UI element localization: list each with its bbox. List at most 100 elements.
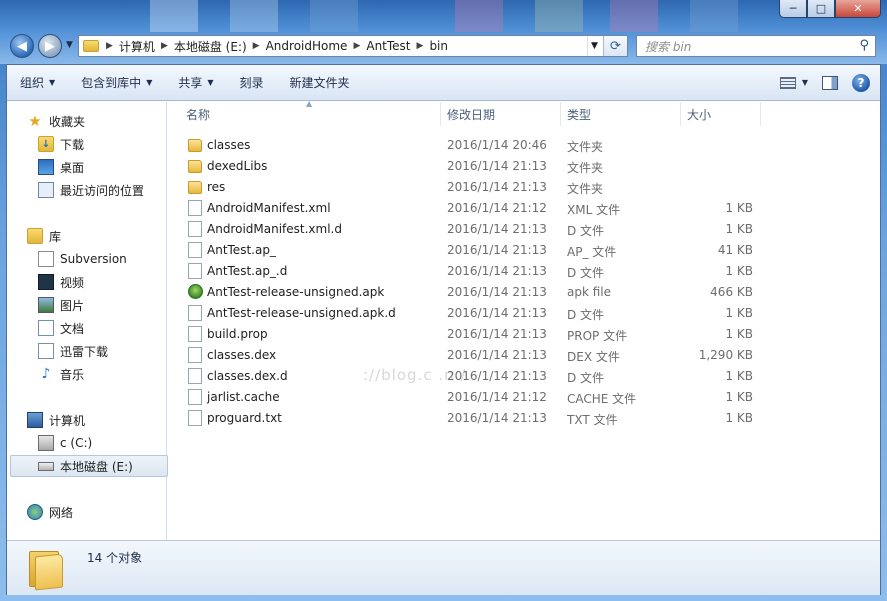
desktop-icon xyxy=(38,159,54,175)
breadcrumb-bin[interactable]: bin xyxy=(426,39,451,53)
history-dropdown-icon[interactable]: ▼ xyxy=(66,40,73,50)
chevron-right-icon[interactable]: ▶ xyxy=(158,41,171,51)
file-icon xyxy=(188,242,202,258)
apk-file-icon xyxy=(188,284,203,299)
file-row[interactable]: AntTest.ap_.d 2016/1/14 21:13 D 文件 1 KB xyxy=(168,261,768,282)
breadcrumb-anttest[interactable]: AntTest xyxy=(363,39,413,53)
view-controls: ▼ ? xyxy=(779,65,880,100)
taskbar-thumbnail-deco xyxy=(310,0,358,32)
view-details-icon[interactable] xyxy=(779,76,796,89)
file-name: AndroidManifest.xml xyxy=(207,201,331,215)
file-row[interactable]: AntTest-release-unsigned.apk 2016/1/14 21… xyxy=(168,282,768,303)
file-row[interactable]: classes.dex.d 2016/1/14 21:13 D 文件 1 KB xyxy=(168,366,768,387)
new-folder-button[interactable]: 新建文件夹 xyxy=(277,65,363,100)
breadcrumb-computer[interactable]: 计算机 xyxy=(116,38,158,55)
column-label: 大小 xyxy=(687,107,712,122)
file-row[interactable]: AntTest-release-unsigned.apk.d 2016/1/14 … xyxy=(168,303,768,324)
file-row[interactable]: classes.dex 2016/1/14 21:13 DEX 文件 1,290 KB xyxy=(168,345,768,366)
organize-button[interactable]: 组织 ▼ xyxy=(7,65,68,100)
file-name: classes.dex xyxy=(207,348,277,362)
sidebar-item-network[interactable]: 网络 xyxy=(27,501,185,523)
file-type: 文件夹 xyxy=(567,161,604,175)
file-row[interactable]: jarlist.cache 2016/1/14 21:12 CACHE 文件 1 KB xyxy=(168,387,768,408)
network-icon xyxy=(27,504,43,520)
share-button[interactable]: 共享 ▼ xyxy=(165,65,226,100)
file-type: D 文件 xyxy=(567,371,605,385)
forward-button[interactable]: ▶ xyxy=(38,34,62,58)
burn-button[interactable]: 刻录 xyxy=(227,65,277,100)
refresh-button[interactable]: ⟳ xyxy=(603,36,627,56)
file-size: 1 KB xyxy=(725,201,753,215)
breadcrumb-drive-e[interactable]: 本地磁盘 (E:) xyxy=(171,38,250,55)
sidebar-item-libraries[interactable]: 库 xyxy=(27,225,185,247)
file-row[interactable]: build.prop 2016/1/14 21:13 PROP 文件 1 KB xyxy=(168,324,768,345)
breadcrumb-androidhome[interactable]: AndroidHome xyxy=(263,39,351,53)
watermark-text: ://blog.c .n / xyxy=(363,366,467,384)
file-row[interactable]: AndroidManifest.xml 2016/1/14 21:12 XML 文件… xyxy=(168,198,768,219)
include-in-library-button[interactable]: 包含到库中 ▼ xyxy=(68,65,165,100)
sidebar-item-favorites[interactable]: ★ 收藏夹 xyxy=(27,110,185,132)
taskbar-thumbnail-deco xyxy=(535,0,583,32)
file-name: dexedLibs xyxy=(207,159,268,173)
star-icon: ★ xyxy=(28,112,42,130)
file-row[interactable]: res 2016/1/14 21:13 文件夹 xyxy=(168,177,768,198)
file-row[interactable]: proguard.txt 2016/1/14 21:13 TXT 文件 1 KB xyxy=(168,408,768,429)
taskbar-thumbnail-deco xyxy=(150,0,198,32)
file-date: 2016/1/14 21:13 xyxy=(447,222,547,236)
column-header-type[interactable]: 类型 xyxy=(561,102,681,126)
arrow-left-icon: ◀ xyxy=(17,38,27,54)
file-name: build.prop xyxy=(207,327,268,341)
preview-pane-icon[interactable] xyxy=(822,75,838,90)
file-size: 466 KB xyxy=(710,285,753,299)
search-icon[interactable]: ⚲ xyxy=(859,38,869,53)
help-icon[interactable]: ? xyxy=(852,73,870,92)
file-date: 2016/1/14 21:13 xyxy=(447,411,547,425)
file-list: 名称 ▲ 修改日期 类型 大小 classes 2016/1/14 20:46 文件… xyxy=(168,99,880,540)
downloads-folder-icon: ↓ xyxy=(38,136,54,152)
file-size: 1 KB xyxy=(725,327,753,341)
column-label: 类型 xyxy=(567,107,592,122)
file-type: DEX 文件 xyxy=(567,350,620,364)
file-date: 2016/1/14 21:13 xyxy=(447,348,547,362)
caret-down-icon: ▼ xyxy=(49,78,56,87)
chevron-down-icon[interactable]: ▼ xyxy=(587,36,601,56)
file-icon xyxy=(188,305,202,321)
file-row[interactable]: dexedLibs 2016/1/14 21:13 文件夹 xyxy=(168,156,768,177)
include-in-library-label: 包含到库中 xyxy=(81,76,142,90)
taskbar-thumbnail-deco xyxy=(690,0,738,32)
column-header-modified[interactable]: 修改日期 xyxy=(441,102,561,126)
caret-down-icon[interactable]: ▼ xyxy=(802,78,808,87)
computer-icon xyxy=(27,412,43,428)
sidebar-label: Subversion xyxy=(60,252,127,266)
column-label: 修改日期 xyxy=(447,107,496,122)
maximize-button[interactable]: □ xyxy=(807,0,835,18)
sidebar-label: 图片 xyxy=(60,298,85,313)
file-type: D 文件 xyxy=(567,308,605,322)
organize-label: 组织 xyxy=(20,76,45,90)
taskbar-thumbnail-deco xyxy=(610,0,658,32)
search-input[interactable]: 搜索 bin ⚲ xyxy=(636,35,876,57)
file-row[interactable]: AndroidManifest.xml.d 2016/1/14 21:13 D 文件… xyxy=(168,219,768,240)
address-bar[interactable]: ▶ 计算机 ▶ 本地磁盘 (E:) ▶ AndroidHome ▶ AntTes… xyxy=(78,35,628,57)
sidebar-label: 音乐 xyxy=(60,367,85,382)
details-pane: 14 个对象 xyxy=(7,540,880,595)
sidebar-item-drive-e[interactable]: 本地磁盘 (E:) xyxy=(10,455,168,477)
chevron-right-icon[interactable]: ▶ xyxy=(350,41,363,51)
sidebar-label: 迅雷下载 xyxy=(60,344,109,359)
file-row[interactable]: classes 2016/1/14 20:46 文件夹 xyxy=(168,135,768,156)
sidebar-item-computer[interactable]: 计算机 xyxy=(27,409,185,431)
column-header-name[interactable]: 名称 ▲ xyxy=(168,99,441,126)
chevron-right-icon[interactable]: ▶ xyxy=(250,41,263,51)
column-header-size[interactable]: 大小 xyxy=(681,102,761,126)
file-icon xyxy=(188,263,202,279)
close-button[interactable]: ✕ xyxy=(835,0,881,18)
file-type: AP_ 文件 xyxy=(567,245,617,259)
file-row[interactable]: AntTest.ap_ 2016/1/14 21:13 AP_ 文件 41 KB xyxy=(168,240,768,261)
file-name: AntTest-release-unsigned.apk xyxy=(207,285,385,299)
minimize-button[interactable]: ─ xyxy=(779,0,807,18)
item-count: 14 个对象 xyxy=(87,551,143,565)
back-button[interactable]: ◀ xyxy=(10,34,34,58)
chevron-right-icon[interactable]: ▶ xyxy=(103,41,116,51)
chevron-right-icon[interactable]: ▶ xyxy=(414,41,427,51)
sidebar-label: 桌面 xyxy=(60,160,85,175)
